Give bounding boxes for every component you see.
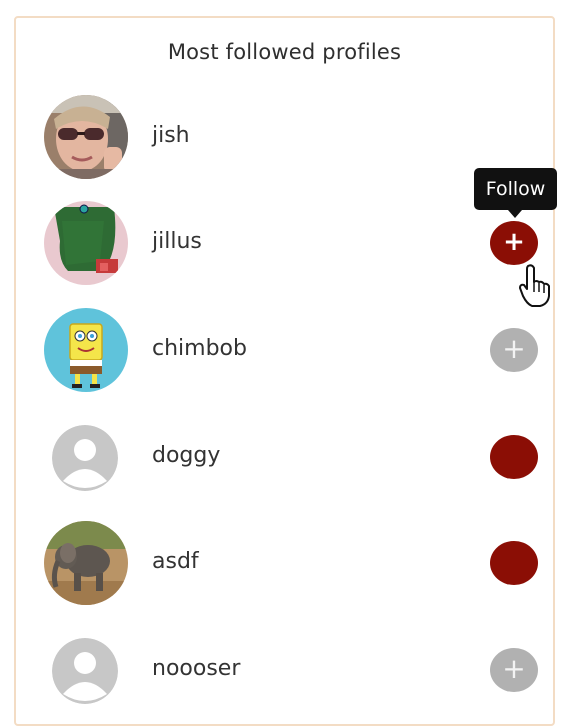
follow-button[interactable]: [490, 541, 538, 585]
default-user-icon[interactable]: [52, 638, 118, 704]
avatar[interactable]: [44, 95, 128, 179]
avatar[interactable]: [44, 201, 128, 285]
profile-row[interactable]: asdf: [16, 521, 553, 611]
follow-button[interactable]: +: [490, 328, 538, 372]
plus-icon: +: [502, 652, 526, 685]
follow-button[interactable]: [490, 435, 538, 479]
follow-button[interactable]: +: [490, 221, 538, 265]
profile-row[interactable]: doggy: [16, 415, 553, 505]
avatar[interactable]: [44, 521, 128, 605]
most-followed-panel: Most followed profiles jish jillus + chi…: [14, 16, 557, 726]
plus-icon: +: [503, 227, 525, 257]
profile-row[interactable]: noooser +: [16, 628, 553, 718]
panel-title: Most followed profiles: [167, 40, 402, 64]
profile-row[interactable]: jillus +: [16, 201, 553, 291]
follow-tooltip: Follow: [474, 168, 557, 218]
plus-icon: +: [502, 332, 526, 365]
profile-username[interactable]: jillus: [152, 229, 202, 254]
hand-pointer-icon: [519, 264, 550, 307]
avatar[interactable]: [44, 308, 128, 392]
profile-username[interactable]: asdf: [152, 549, 199, 574]
profile-username[interactable]: noooser: [152, 656, 240, 681]
profile-username[interactable]: jish: [152, 123, 190, 148]
profile-row[interactable]: jish: [16, 95, 553, 185]
profile-row[interactable]: chimbob +: [16, 308, 553, 398]
profile-username[interactable]: doggy: [152, 443, 220, 468]
follow-button[interactable]: +: [490, 648, 538, 692]
default-user-icon[interactable]: [52, 425, 118, 491]
profile-username[interactable]: chimbob: [152, 336, 247, 361]
